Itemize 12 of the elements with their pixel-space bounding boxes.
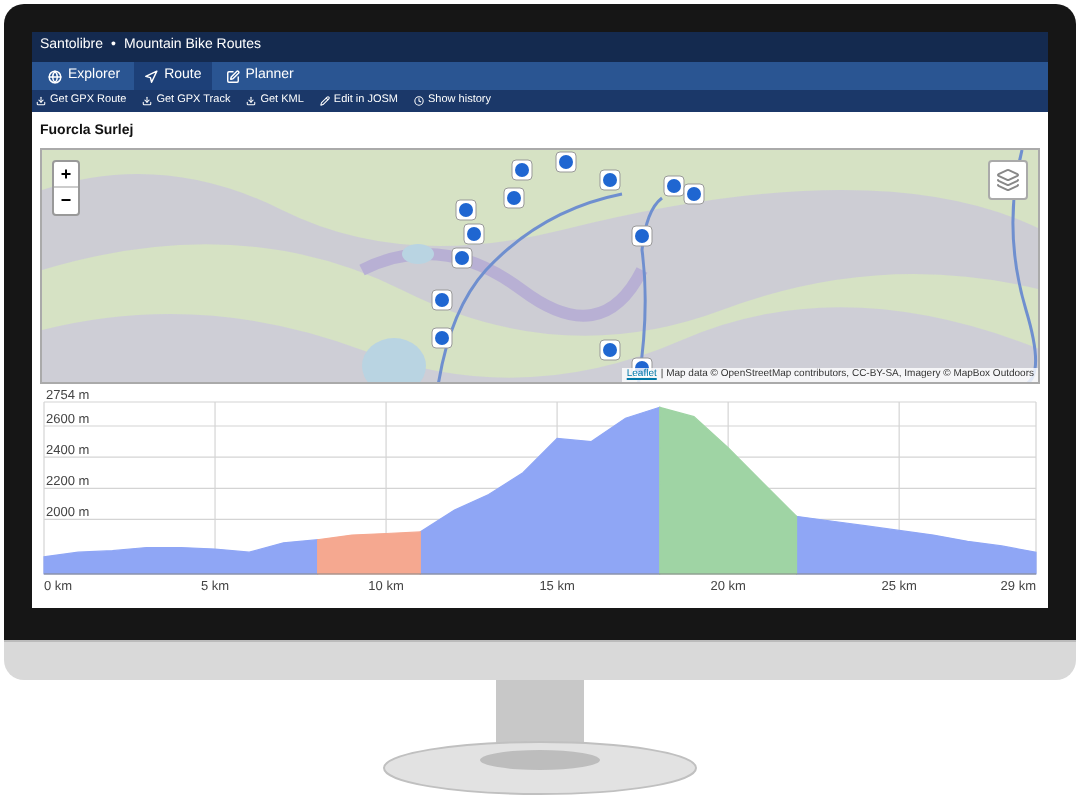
download-icon <box>246 96 257 106</box>
zoom-out-button[interactable]: − <box>54 188 78 214</box>
download-icon <box>142 96 153 106</box>
clock-icon <box>414 96 424 106</box>
download-icon <box>36 96 46 106</box>
pencil-icon <box>319 96 330 106</box>
zoom-in-button[interactable]: + <box>54 162 78 188</box>
globe-icon <box>48 69 62 83</box>
navigation-arrow-icon <box>144 69 159 83</box>
edit-icon <box>225 69 240 83</box>
layers-button[interactable] <box>988 160 1028 200</box>
layers-icon <box>996 168 1020 192</box>
